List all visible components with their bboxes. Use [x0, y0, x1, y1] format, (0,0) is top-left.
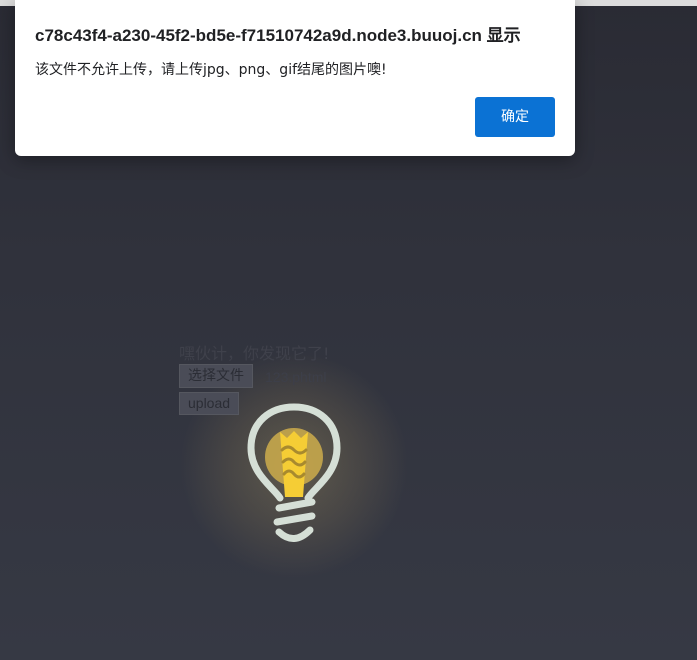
dialog-title: c78c43f4-a230-45f2-bd5e-f71510742a9d.nod…: [35, 26, 521, 45]
selected-file-name: 123.phtml: [265, 369, 327, 385]
lightbulb-icon[interactable]: [244, 402, 344, 552]
choose-file-button[interactable]: 选择文件: [179, 364, 253, 388]
ok-button[interactable]: 确定: [475, 97, 555, 137]
alert-dialog: c78c43f4-a230-45f2-bd5e-f71510742a9d.nod…: [15, 0, 575, 156]
hint-text: 嘿伙计，你发现它了!: [179, 344, 330, 363]
dialog-message: 该文件不允许上传，请上传jpg、png、gif结尾的图片噢!: [35, 62, 387, 78]
upload-button[interactable]: upload: [179, 392, 240, 415]
